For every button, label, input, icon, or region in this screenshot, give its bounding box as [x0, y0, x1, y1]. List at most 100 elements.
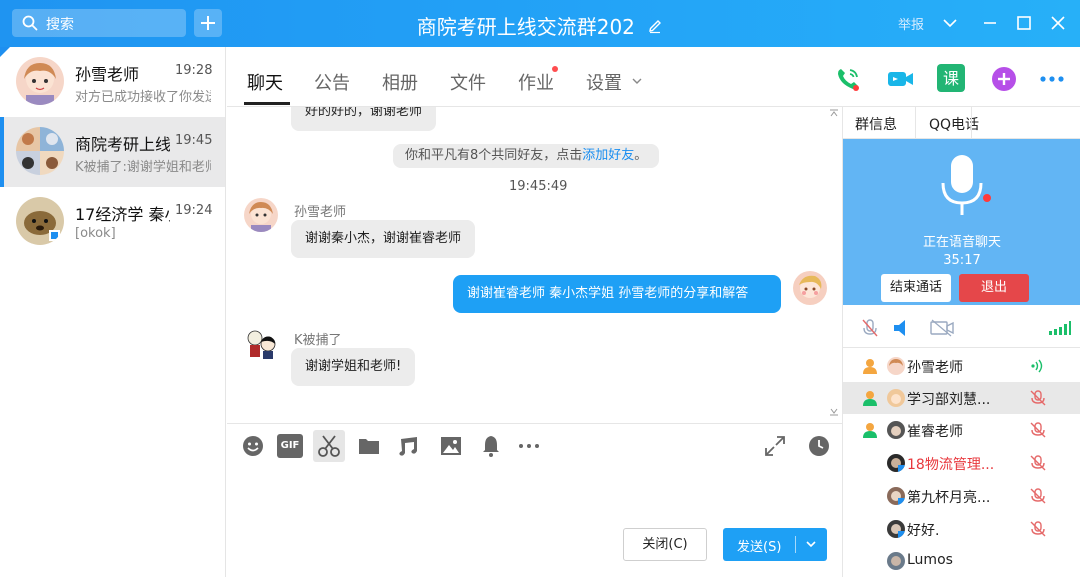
- exit-button[interactable]: 退出: [959, 274, 1029, 302]
- chat-area: 好的好的，谢谢老师 你和平凡有8个共同好友，点击添加好友。 19:45:49 孙…: [227, 107, 842, 423]
- phone-call-icon[interactable]: [833, 64, 863, 94]
- add-app-icon[interactable]: [989, 64, 1019, 94]
- conversation-name: 17经济学 秦小杰: [75, 205, 170, 224]
- right-panel-tabs: 群信息 QQ电话: [843, 107, 1080, 139]
- member-row[interactable]: 崔睿老师: [843, 414, 1080, 446]
- member-avatar: [887, 389, 905, 407]
- tab-homework[interactable]: 作业: [518, 69, 554, 95]
- member-name: Lumos: [907, 552, 953, 568]
- mic-muted-icon[interactable]: [859, 317, 881, 339]
- conversation-item-active[interactable]: 商院考研上线交流群 19:45 K被捕了:谢谢学姐和老师!: [0, 117, 225, 187]
- chevron-down-icon[interactable]: [940, 13, 960, 33]
- system-message: 你和平凡有8个共同好友，点击添加好友。: [393, 144, 660, 168]
- divider: [843, 347, 1080, 348]
- tab-chat[interactable]: 聊天: [247, 69, 283, 95]
- history-clock-icon[interactable]: [807, 434, 831, 458]
- video-call-icon[interactable]: [885, 64, 915, 94]
- sender-avatar[interactable]: [244, 198, 278, 232]
- member-row[interactable]: 好好.: [843, 513, 1080, 545]
- image-icon[interactable]: [439, 434, 463, 458]
- send-button[interactable]: 发送(S): [723, 528, 827, 561]
- group-avatar: [16, 127, 64, 175]
- chat-tabs: 聊天 公告 相册 文件 作业 设置 课: [227, 47, 1080, 107]
- muted-icon: [1030, 422, 1046, 438]
- conversation-list: 孙雪老师 19:28 对方已成功接收了你发送的文件 商院考研上线交流群 19:4…: [0, 47, 226, 577]
- more-icon[interactable]: [1037, 64, 1067, 94]
- conversation-name: 商院考研上线交流群: [75, 135, 170, 154]
- expand-icon[interactable]: [763, 434, 787, 458]
- emoji-icon[interactable]: [241, 434, 265, 458]
- folder-icon[interactable]: [357, 434, 381, 458]
- conversation-name: 孙雪老师: [75, 65, 140, 84]
- speaker-icon[interactable]: [891, 317, 913, 339]
- voice-duration: 35:17: [943, 253, 981, 268]
- send-separator: [795, 536, 796, 553]
- close-button[interactable]: 关闭(C): [623, 528, 707, 561]
- member-avatar: [887, 357, 905, 375]
- member-row[interactable]: 孙雪老师: [843, 350, 1080, 382]
- gif-icon[interactable]: GIF: [277, 434, 303, 458]
- member-name: 崔睿老师: [907, 424, 963, 440]
- minimize-icon[interactable]: [980, 13, 1000, 33]
- add-friend-link[interactable]: 添加好友: [582, 148, 634, 163]
- signal-strength-icon: [1049, 321, 1071, 335]
- close-icon[interactable]: [1048, 13, 1068, 33]
- send-options-chevron-icon[interactable]: [803, 536, 819, 552]
- notification-dot: [552, 66, 558, 72]
- conversation-time: 19:28: [175, 63, 213, 78]
- member-avatar: [887, 552, 905, 570]
- conversation-preview: 对方已成功接收了你发送的文件: [75, 90, 211, 105]
- screenshot-scissors-icon: [318, 435, 340, 457]
- edit-icon[interactable]: [647, 18, 663, 34]
- member-avatar: [887, 421, 905, 439]
- music-icon[interactable]: [397, 434, 421, 458]
- class-icon[interactable]: 课: [937, 64, 965, 92]
- speaking-icon: [1031, 359, 1043, 373]
- chevron-down-icon[interactable]: [631, 75, 643, 87]
- member-row[interactable]: 学习部刘慧...: [843, 382, 1080, 414]
- member-name: 第九杯月亮...: [907, 490, 991, 506]
- sender-avatar[interactable]: [244, 326, 278, 360]
- message-bubble: 谢谢学姐和老师!: [291, 348, 416, 386]
- more-dots-icon[interactable]: [517, 434, 541, 458]
- muted-icon: [1030, 390, 1046, 406]
- scroll-up-icon[interactable]: [829, 109, 839, 119]
- message-bubble: 好的好的，谢谢老师: [291, 107, 437, 131]
- microphone-icon: [941, 155, 983, 215]
- my-avatar[interactable]: [793, 271, 827, 305]
- maximize-icon[interactable]: [1014, 13, 1034, 33]
- tab-album[interactable]: 相册: [382, 69, 418, 95]
- screenshot-button[interactable]: [313, 430, 345, 462]
- muted-icon: [1030, 488, 1046, 504]
- muted-icon: [1030, 521, 1046, 537]
- admin-role-icon: [863, 423, 877, 438]
- avatar: [16, 197, 64, 245]
- conversation-item[interactable]: 17经济学 秦小杰 19:24 [okok]: [0, 187, 225, 257]
- member-name: 好好.: [907, 523, 940, 539]
- member-row[interactable]: 18物流管理...: [843, 447, 1080, 479]
- member-avatar: [887, 520, 905, 538]
- bell-icon[interactable]: [479, 434, 503, 458]
- tab-files[interactable]: 文件: [450, 69, 486, 95]
- divider: [915, 107, 916, 139]
- end-call-button[interactable]: 结束通话: [881, 274, 951, 302]
- member-row[interactable]: 第九杯月亮...: [843, 480, 1080, 512]
- sender-name: K被捕了: [294, 333, 342, 348]
- tab-settings[interactable]: 设置: [586, 69, 622, 95]
- tab-group-info[interactable]: 群信息: [855, 114, 897, 134]
- send-button-label: 发送(S): [737, 540, 782, 555]
- conversation-item[interactable]: 孙雪老师 19:28 对方已成功接收了你发送的文件: [0, 47, 225, 117]
- my-message-bubble: 谢谢崔睿老师 秦小杰学姐 孙雪老师的分享和解答: [453, 275, 781, 313]
- camera-off-icon[interactable]: [929, 317, 955, 339]
- member-row[interactable]: Lumos: [843, 545, 1080, 577]
- input-toolbar: GIF: [227, 423, 842, 467]
- conversation-time: 19:45: [175, 133, 213, 148]
- member-name: 18物流管理...: [907, 457, 995, 473]
- conversation-preview: [okok]: [75, 226, 116, 241]
- tab-announcement[interactable]: 公告: [314, 69, 350, 95]
- report-link[interactable]: 举报: [898, 14, 924, 33]
- conversation-preview: K被捕了:谢谢学姐和老师!: [75, 160, 211, 175]
- scroll-down-icon[interactable]: [829, 406, 839, 416]
- admin-role-icon: [863, 359, 877, 374]
- conversation-time: 19:24: [175, 203, 213, 218]
